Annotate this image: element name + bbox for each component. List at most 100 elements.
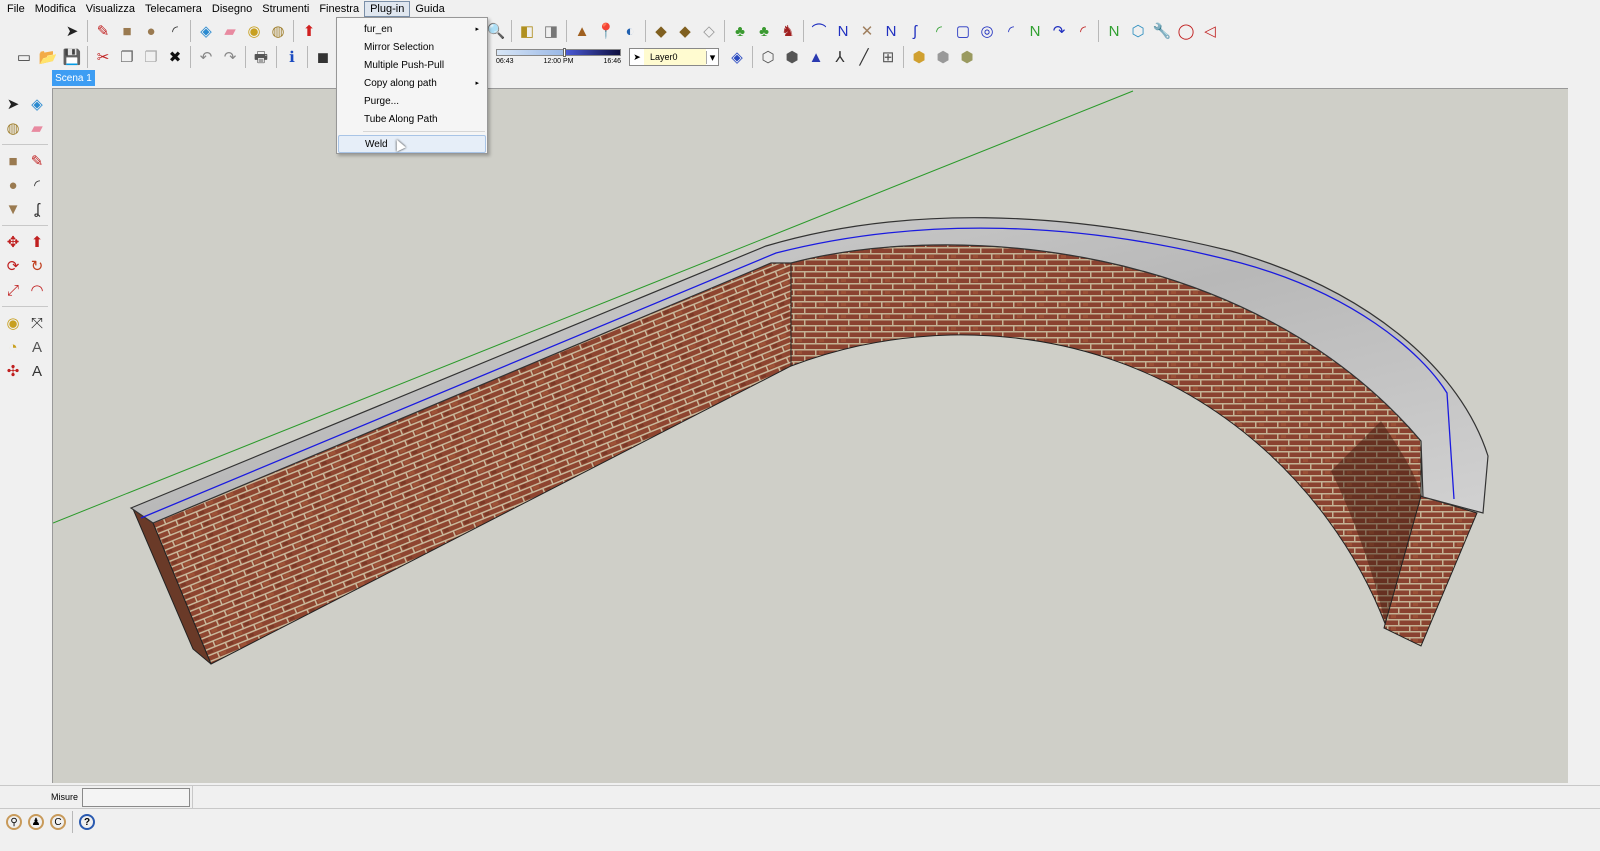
rotate-icon[interactable]: ⟳	[2, 255, 24, 277]
menu-item-weld[interactable]: Weld	[338, 135, 486, 153]
shaded-icon[interactable]: ▲	[805, 46, 827, 68]
polyline-icon[interactable]: N	[832, 20, 854, 42]
menu-strumenti[interactable]: Strumenti	[257, 2, 314, 16]
camera-icon[interactable]: ◼	[312, 46, 334, 68]
move-icon[interactable]: ✥	[2, 231, 24, 253]
text-icon[interactable]: A	[26, 336, 48, 358]
menu-item-purge[interactable]: Purge...	[337, 92, 487, 110]
copy-icon[interactable]: ❐	[116, 46, 138, 68]
curve2-icon[interactable]: ◜	[1000, 20, 1022, 42]
menu-modifica[interactable]: Modifica	[30, 2, 81, 16]
group-icon[interactable]: ◆	[674, 20, 696, 42]
triangle-icon[interactable]: ◁	[1199, 20, 1221, 42]
spline-icon[interactable]: N	[880, 20, 902, 42]
google-earth-icon[interactable]: ▲	[571, 20, 593, 42]
make-component-icon[interactable]: ◈	[195, 20, 217, 42]
copyright-icon[interactable]: C	[50, 814, 66, 830]
line-icon[interactable]: ✎	[26, 150, 48, 172]
spiral-icon[interactable]: ◎	[976, 20, 998, 42]
eraser-icon[interactable]: ▰	[26, 117, 48, 139]
3d-viewport[interactable]	[52, 88, 1568, 783]
wall-model[interactable]	[53, 89, 1568, 783]
component-icon[interactable]: ◆	[650, 20, 672, 42]
xray-icon[interactable]: ⬡	[757, 46, 779, 68]
redo-icon[interactable]: ↷	[219, 46, 241, 68]
polygon-icon[interactable]: ⬡	[1127, 20, 1149, 42]
axes-icon[interactable]: ✣	[2, 360, 24, 382]
menu-telecamera[interactable]: Telecamera	[140, 2, 207, 16]
menu-item-fur-en[interactable]: fur_en ▸	[337, 20, 487, 38]
paint-bucket-icon[interactable]: ◍	[2, 117, 24, 139]
wireframe-icon[interactable]: ⬢	[781, 46, 803, 68]
paste-icon[interactable]: ❐	[140, 46, 162, 68]
hook-icon[interactable]: ↷	[1048, 20, 1070, 42]
wrench-icon[interactable]: 🔧	[1151, 20, 1173, 42]
chevron-down-icon[interactable]: ▾	[706, 50, 718, 64]
share-model-icon[interactable]: ◨	[540, 20, 562, 42]
top-view-icon[interactable]: ⬢	[932, 46, 954, 68]
pencil-icon[interactable]: ✎	[92, 20, 114, 42]
zigzag-icon[interactable]: N	[1024, 20, 1046, 42]
layer-manager-icon[interactable]: ◈	[726, 46, 748, 68]
front-view-icon[interactable]: ⬢	[956, 46, 978, 68]
eraser-icon[interactable]: ▰	[219, 20, 241, 42]
section-icon[interactable]: ╱	[853, 46, 875, 68]
credits-icon[interactable]: ♟	[28, 814, 44, 830]
offset-icon[interactable]: ◠	[26, 279, 48, 301]
polygon-icon[interactable]: ▼	[2, 198, 24, 220]
menu-guida[interactable]: Guida	[410, 2, 449, 16]
ellipse-icon[interactable]: ◯	[1175, 20, 1197, 42]
component-icon[interactable]: ◈	[26, 93, 48, 115]
plant-icon[interactable]: ♣	[729, 20, 751, 42]
freehand-icon[interactable]: ʆ	[26, 198, 48, 220]
green-line-icon[interactable]: N	[1103, 20, 1125, 42]
print-icon[interactable]: 🖶	[250, 46, 272, 68]
shadow-time-thumb[interactable]	[563, 48, 567, 57]
follow-me-icon[interactable]: ↻	[26, 255, 48, 277]
geo-location-icon[interactable]: ⚲	[6, 814, 22, 830]
scale-icon[interactable]: ⤢	[2, 279, 24, 301]
section-plane-icon[interactable]: ⊞	[877, 46, 899, 68]
outliner-icon[interactable]: ◇	[698, 20, 720, 42]
menu-plugin[interactable]: Plug-in	[364, 0, 411, 17]
curve-icon[interactable]: ʃ	[904, 20, 926, 42]
menu-visualizza[interactable]: Visualizza	[81, 2, 140, 16]
circle-icon[interactable]: ●	[2, 174, 24, 196]
menu-item-multiple-push-pull[interactable]: Multiple Push-Pull	[337, 56, 487, 74]
axes-icon[interactable]: ⅄	[829, 46, 851, 68]
rectangle-icon[interactable]: ■	[2, 150, 24, 172]
get-models-icon[interactable]: ◧	[516, 20, 538, 42]
shadow-time-track[interactable]	[496, 48, 621, 57]
menu-item-mirror-selection[interactable]: Mirror Selection	[337, 38, 487, 56]
tape-measure-icon[interactable]: ◉	[2, 312, 24, 334]
bezier-icon[interactable]: ⌒	[808, 20, 830, 42]
red-arc-icon[interactable]: ◜	[1072, 20, 1094, 42]
menu-file[interactable]: File	[2, 2, 30, 16]
push-pull-icon[interactable]: ⬆	[26, 231, 48, 253]
menu-item-copy-along-path[interactable]: Copy along path ▸	[337, 74, 487, 92]
shadow-time-slider[interactable]: 06:43 12:00 PM 16:46	[496, 48, 621, 65]
select-icon[interactable]: ➤	[61, 20, 83, 42]
help-icon[interactable]: ?	[79, 814, 95, 830]
menu-disegno[interactable]: Disegno	[207, 2, 257, 16]
layer-select[interactable]: ➤ Layer0 ▾	[629, 48, 719, 66]
undo-icon[interactable]: ↶	[195, 46, 217, 68]
tree-icon[interactable]: ♣	[753, 20, 775, 42]
place-model-icon[interactable]: 📍	[595, 20, 617, 42]
select-icon[interactable]: ➤	[2, 93, 24, 115]
iso-view-icon[interactable]: ⬢	[908, 46, 930, 68]
menu-finestra[interactable]: Finestra	[314, 2, 364, 16]
3d-text-icon[interactable]: A	[26, 360, 48, 382]
new-icon[interactable]: ▭	[13, 46, 35, 68]
cut-icon[interactable]: ✂	[92, 46, 114, 68]
freehand-icon[interactable]: ✕	[856, 20, 878, 42]
arc-icon[interactable]: ◜	[164, 20, 186, 42]
open-icon[interactable]: 📂	[37, 46, 59, 68]
arc-spline-icon[interactable]: ◜	[928, 20, 950, 42]
circle-icon[interactable]: ●	[140, 20, 162, 42]
push-pull-icon[interactable]: ⬆	[298, 20, 320, 42]
tab-scene-1[interactable]: Scena 1	[52, 70, 95, 86]
arc-icon[interactable]: ◜	[26, 174, 48, 196]
menu-item-tube-along-path[interactable]: Tube Along Path	[337, 110, 487, 128]
tape-measure-icon[interactable]: ◉	[243, 20, 265, 42]
